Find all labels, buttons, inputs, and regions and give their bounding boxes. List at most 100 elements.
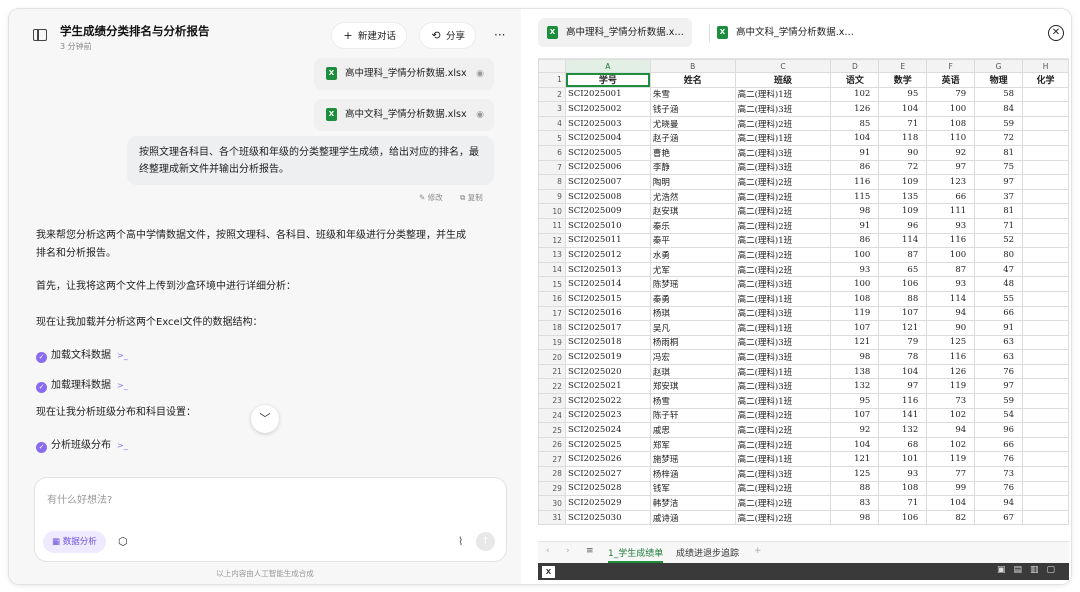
row-number[interactable]: 27 <box>538 451 566 468</box>
table-cell[interactable]: SCI2025019 <box>564 349 651 365</box>
table-cell[interactable]: 高二(理科)2班 <box>734 174 832 190</box>
table-cell[interactable]: 72 <box>974 130 1024 146</box>
row-number[interactable]: 22 <box>538 378 566 395</box>
table-cell[interactable]: 55 <box>974 290 1024 307</box>
table-cell[interactable]: 79 <box>926 86 976 103</box>
tab-arts-file[interactable]: X 高中文科_学情分析数据.x… <box>708 18 868 47</box>
table-cell[interactable]: 杨雪 <box>649 393 736 409</box>
table-cell[interactable]: 115 <box>830 188 880 205</box>
table-cell[interactable]: SCI2025004 <box>564 130 651 146</box>
table-cell[interactable]: 100 <box>926 247 976 263</box>
table-cell[interactable]: SCI2025011 <box>564 232 651 249</box>
table-cell[interactable]: 98 <box>830 203 880 219</box>
table-cell[interactable]: 80 <box>974 247 1024 263</box>
table-cell[interactable]: SCI2025025 <box>564 436 651 453</box>
table-cell[interactable]: 132 <box>830 378 880 395</box>
row-number[interactable]: 2 <box>538 86 566 103</box>
table-cell[interactable]: 秦勇 <box>649 290 736 307</box>
table-cell[interactable] <box>1022 144 1069 161</box>
table-cell[interactable]: 107 <box>830 407 880 424</box>
table-cell[interactable]: 66 <box>974 305 1024 322</box>
table-cell[interactable] <box>1022 509 1069 526</box>
table-cell[interactable]: 75 <box>974 159 1024 176</box>
table-cell[interactable]: 132 <box>878 422 928 438</box>
paperclip-icon[interactable]: ⌇ <box>458 535 463 548</box>
copy-message-button[interactable]: ⧉ 复制 <box>460 192 483 203</box>
column-header[interactable]: E <box>878 59 928 73</box>
edit-message-button[interactable]: ✎ 修改 <box>419 192 443 203</box>
table-cell[interactable]: 96 <box>878 217 928 234</box>
new-chat-button[interactable]: + 新建对话 <box>332 23 407 48</box>
table-cell[interactable]: 109 <box>878 174 928 190</box>
sidebar-toggle-icon[interactable] <box>33 29 47 41</box>
table-cell[interactable]: 高二(理科)3班 <box>734 305 832 322</box>
table-cell[interactable]: 高二(理科)1班 <box>734 290 832 307</box>
table-cell[interactable]: 87 <box>926 261 976 278</box>
table-cell[interactable]: 高二(理科)3班 <box>734 144 832 161</box>
table-cell[interactable]: 86 <box>830 232 880 249</box>
table-cell[interactable]: 106 <box>878 276 928 292</box>
row-number[interactable]: 25 <box>538 422 566 438</box>
step-class-distribution[interactable]: ✓ 分析班级分布 >_ <box>36 436 128 453</box>
table-cell[interactable]: 高二(理科)1班 <box>734 320 832 336</box>
row-number[interactable]: 1 <box>538 72 566 88</box>
table-cell[interactable]: 116 <box>926 349 976 365</box>
table-cell[interactable]: 81 <box>974 203 1024 219</box>
table-cell[interactable]: 91 <box>974 320 1024 336</box>
table-cell[interactable] <box>1022 217 1069 234</box>
attachment-arts-file[interactable]: X 高中文科_学情分析数据.xlsx ◉ <box>314 99 494 131</box>
table-cell[interactable]: 90 <box>926 320 976 336</box>
table-cell[interactable]: 高二(理科)3班 <box>734 101 832 117</box>
row-number[interactable]: 9 <box>538 188 566 205</box>
row-number[interactable]: 4 <box>538 115 566 132</box>
table-cell[interactable]: 88 <box>830 480 880 497</box>
table-cell[interactable] <box>1022 495 1069 511</box>
table-cell[interactable]: 101 <box>878 451 928 468</box>
table-cell[interactable]: 123 <box>926 174 976 190</box>
table-cell[interactable]: 104 <box>830 436 880 453</box>
column-header[interactable]: F <box>926 59 976 73</box>
table-cell[interactable]: 88 <box>878 290 928 307</box>
row-number[interactable]: 3 <box>538 101 566 117</box>
table-cell[interactable]: 102 <box>830 86 880 103</box>
row-number[interactable]: 30 <box>538 495 566 511</box>
preview-eye-icon[interactable]: ◉ <box>476 58 484 90</box>
table-cell[interactable]: 物理 <box>974 72 1024 88</box>
table-cell[interactable]: SCI2025027 <box>564 466 651 482</box>
table-cell[interactable] <box>1022 101 1069 117</box>
row-number[interactable]: 19 <box>538 334 566 351</box>
table-cell[interactable]: 戚思 <box>649 422 736 438</box>
column-header[interactable]: G <box>974 59 1024 73</box>
table-cell[interactable]: 陈子轩 <box>649 407 736 424</box>
row-number[interactable]: 13 <box>538 247 566 263</box>
table-cell[interactable]: 郑安琪 <box>649 378 736 395</box>
table-cell[interactable]: 63 <box>974 334 1024 351</box>
table-cell[interactable] <box>1022 436 1069 453</box>
table-cell[interactable]: 76 <box>974 480 1024 497</box>
table-cell[interactable] <box>1022 203 1069 219</box>
table-cell[interactable]: 59 <box>974 115 1024 132</box>
table-cell[interactable]: 104 <box>878 101 928 117</box>
row-number[interactable]: 31 <box>538 509 566 526</box>
table-cell[interactable]: 97 <box>878 378 928 395</box>
table-cell[interactable]: SCI2025009 <box>564 203 651 219</box>
table-cell[interactable]: 高二(理科)2班 <box>734 203 832 219</box>
table-cell[interactable]: 67 <box>974 509 1024 526</box>
table-cell[interactable] <box>1022 407 1069 424</box>
table-cell[interactable]: 施梦瑶 <box>649 451 736 468</box>
row-number[interactable]: 7 <box>538 159 566 176</box>
table-cell[interactable]: 79 <box>878 334 928 351</box>
table-cell[interactable]: 104 <box>830 130 880 146</box>
table-cell[interactable]: SCI2025012 <box>564 247 651 263</box>
chat-input-placeholder[interactable]: 有什么好想法? <box>47 491 112 506</box>
table-cell[interactable]: 86 <box>830 159 880 176</box>
table-cell[interactable]: 107 <box>830 320 880 336</box>
table-cell[interactable]: 100 <box>830 247 880 263</box>
table-cell[interactable]: SCI2025008 <box>564 188 651 205</box>
table-cell[interactable]: 94 <box>926 422 976 438</box>
table-cell[interactable]: SCI2025013 <box>564 261 651 278</box>
table-cell[interactable]: 91 <box>830 217 880 234</box>
table-cell[interactable]: 98 <box>830 349 880 365</box>
table-cell[interactable]: 赵子涵 <box>649 130 736 146</box>
table-cell[interactable]: 71 <box>878 495 928 511</box>
